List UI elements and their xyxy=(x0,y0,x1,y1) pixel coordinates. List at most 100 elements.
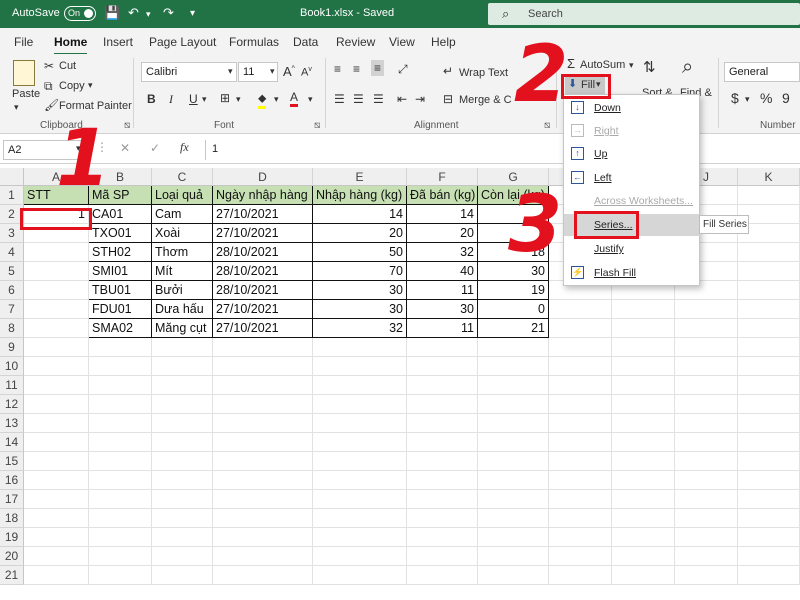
empty-cell[interactable] xyxy=(549,300,612,319)
empty-cell[interactable] xyxy=(213,490,313,509)
redo-icon[interactable]: ↷ xyxy=(163,5,174,21)
empty-cell[interactable] xyxy=(478,490,549,509)
empty-cell[interactable] xyxy=(152,433,213,452)
row-header[interactable]: 14 xyxy=(0,433,24,452)
tab-help[interactable]: Help xyxy=(431,35,456,49)
fill-menu-item-down[interactable]: ↓ Down xyxy=(564,97,700,119)
empty-cell[interactable] xyxy=(24,395,89,414)
table-cell[interactable]: 32 xyxy=(313,319,407,338)
sort-filter-icon[interactable]: ⇅ xyxy=(643,58,656,76)
clipboard-launcher-icon[interactable]: ⧅ xyxy=(124,120,130,131)
empty-cell[interactable] xyxy=(313,566,407,585)
column-header-e[interactable]: E xyxy=(313,168,407,186)
empty-cell[interactable] xyxy=(738,300,800,319)
empty-cell[interactable] xyxy=(612,338,675,357)
italic-icon[interactable]: I xyxy=(169,92,173,107)
empty-cell[interactable] xyxy=(407,338,478,357)
customize-toolbar-icon[interactable]: ▾ xyxy=(190,8,195,19)
table-cell[interactable]: 11 xyxy=(407,281,478,300)
empty-cell[interactable] xyxy=(738,547,800,566)
empty-cell[interactable] xyxy=(213,338,313,357)
empty-cell[interactable] xyxy=(612,528,675,547)
empty-cell[interactable] xyxy=(612,471,675,490)
table-cell[interactable]: 27/10/2021 xyxy=(213,300,313,319)
fill-menu-item-left[interactable]: ← Left xyxy=(564,167,700,189)
table-header-cell[interactable]: Nhập hàng (kg) xyxy=(313,186,407,205)
empty-cell[interactable] xyxy=(549,376,612,395)
table-cell[interactable]: FDU01 xyxy=(89,300,152,319)
empty-cell[interactable] xyxy=(549,566,612,585)
tab-home[interactable]: Home xyxy=(54,35,88,55)
empty-cell[interactable] xyxy=(313,547,407,566)
table-cell[interactable]: STH02 xyxy=(89,243,152,262)
empty-cell[interactable] xyxy=(612,300,675,319)
empty-cell[interactable] xyxy=(478,547,549,566)
orientation-icon[interactable]: ⤢ xyxy=(398,62,408,77)
copy-button[interactable]: Copy xyxy=(59,80,85,92)
empty-cell[interactable] xyxy=(549,338,612,357)
undo-dropdown-icon[interactable]: ▾ xyxy=(146,9,151,20)
enter-icon[interactable]: ✓ xyxy=(150,141,160,155)
underline-dropdown-icon[interactable]: ▾ xyxy=(202,94,207,105)
empty-cell[interactable] xyxy=(675,376,738,395)
row-header[interactable]: 1 xyxy=(0,186,24,205)
empty-cell[interactable] xyxy=(213,509,313,528)
empty-cell[interactable] xyxy=(738,452,800,471)
empty-cell[interactable] xyxy=(612,376,675,395)
empty-cell[interactable] xyxy=(675,528,738,547)
empty-cell[interactable] xyxy=(89,376,152,395)
decrease-font-icon[interactable]: Av xyxy=(301,66,312,79)
empty-cell[interactable] xyxy=(478,395,549,414)
font-name-dropdown-icon[interactable]: ▾ xyxy=(228,66,233,77)
empty-cell[interactable] xyxy=(89,433,152,452)
empty-cell[interactable] xyxy=(407,471,478,490)
empty-cell[interactable] xyxy=(738,528,800,547)
table-cell[interactable]: Cam xyxy=(152,205,213,224)
table-cell[interactable]: SMA02 xyxy=(89,319,152,338)
empty-cell[interactable] xyxy=(612,452,675,471)
empty-cell[interactable] xyxy=(612,414,675,433)
empty-cell[interactable] xyxy=(478,376,549,395)
empty-cell[interactable] xyxy=(313,471,407,490)
table-cell[interactable]: Dưa hấu xyxy=(152,300,213,319)
column-header-k[interactable]: K xyxy=(738,168,800,186)
empty-cell[interactable] xyxy=(738,433,800,452)
decrease-indent-icon[interactable]: ⇤ xyxy=(397,92,407,106)
empty-cell[interactable] xyxy=(738,471,800,490)
empty-cell[interactable] xyxy=(612,509,675,528)
table-cell[interactable] xyxy=(24,243,89,262)
copy-icon[interactable]: ⧉ xyxy=(44,79,53,94)
empty-cell[interactable] xyxy=(213,471,313,490)
row-header[interactable]: 5 xyxy=(0,262,24,281)
empty-cell[interactable] xyxy=(213,452,313,471)
empty-cell[interactable] xyxy=(24,338,89,357)
empty-cell[interactable] xyxy=(675,433,738,452)
font-size-dropdown-icon[interactable]: ▾ xyxy=(270,66,275,77)
empty-cell[interactable] xyxy=(675,471,738,490)
empty-cell[interactable] xyxy=(612,357,675,376)
table-header-cell[interactable]: Loại quả xyxy=(152,186,213,205)
table-cell[interactable]: Mít xyxy=(152,262,213,281)
empty-cell[interactable] xyxy=(738,319,800,338)
empty-cell[interactable] xyxy=(612,433,675,452)
row-header[interactable]: 13 xyxy=(0,414,24,433)
fill-color-icon[interactable]: ⬥ xyxy=(258,91,267,109)
empty-cell[interactable] xyxy=(89,471,152,490)
align-center-icon[interactable]: ☰ xyxy=(353,92,364,106)
table-cell[interactable]: Bưởi xyxy=(152,281,213,300)
empty-cell[interactable] xyxy=(313,395,407,414)
row-header[interactable]: 17 xyxy=(0,490,24,509)
underline-icon[interactable]: U xyxy=(189,92,198,106)
table-cell[interactable]: 14 xyxy=(407,205,478,224)
empty-cell[interactable] xyxy=(313,357,407,376)
paste-dropdown-icon[interactable]: ▾ xyxy=(14,102,19,113)
empty-cell[interactable] xyxy=(24,566,89,585)
empty-cell[interactable] xyxy=(89,338,152,357)
increase-font-icon[interactable]: A^ xyxy=(283,64,295,79)
empty-cell[interactable] xyxy=(407,452,478,471)
empty-cell[interactable] xyxy=(213,357,313,376)
empty-cell[interactable] xyxy=(738,414,800,433)
empty-cell[interactable] xyxy=(549,357,612,376)
empty-cell[interactable] xyxy=(738,186,800,205)
empty-cell[interactable] xyxy=(407,433,478,452)
